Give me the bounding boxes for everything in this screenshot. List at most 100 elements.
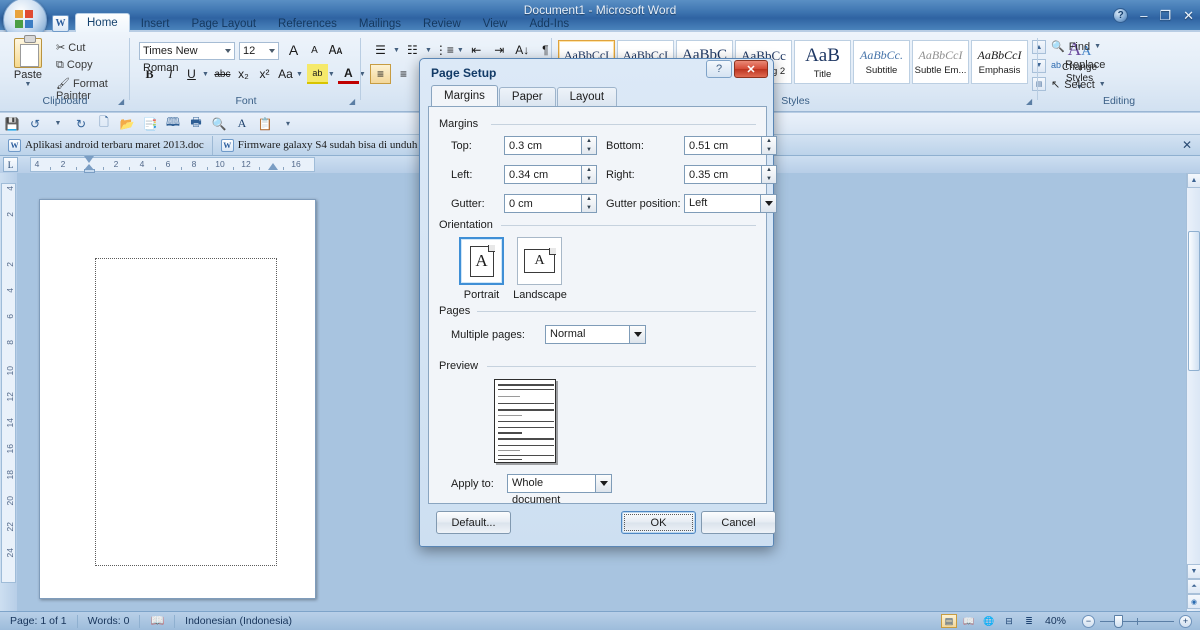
- page-indicator[interactable]: Page: 1 of 1: [0, 614, 78, 628]
- sort-icon[interactable]: A↓: [512, 40, 533, 60]
- highlight-dropdown-icon[interactable]: ▼: [328, 71, 335, 78]
- read-icon[interactable]: 🕮: [165, 115, 181, 132]
- ribbon-tab-references[interactable]: References: [267, 15, 348, 33]
- right-margin-field[interactable]: ▲▼: [684, 165, 777, 184]
- style-item-emphasis[interactable]: AaBbCcI Emphasis: [971, 40, 1028, 84]
- zoom-level[interactable]: 40%: [1045, 615, 1066, 627]
- case-dropdown-icon[interactable]: ▼: [296, 71, 303, 78]
- top-margin-spinner[interactable]: ▲ ▼: [581, 136, 597, 155]
- select-browse-object-icon[interactable]: ◉: [1187, 594, 1200, 609]
- view-outline-icon[interactable]: ⊟: [1001, 614, 1017, 628]
- dialog-tab-layout[interactable]: Layout: [556, 87, 618, 106]
- select-button[interactable]: ↖ Select ▼: [1051, 78, 1106, 92]
- gutter-position-combo[interactable]: Left: [684, 194, 777, 213]
- dialog-close-button[interactable]: ✕: [734, 60, 768, 78]
- ribbon-tab-view[interactable]: View: [472, 15, 519, 33]
- decrease-indent-icon[interactable]: ⇤: [466, 40, 487, 60]
- view-draft-icon[interactable]: ≣: [1021, 614, 1037, 628]
- zoom-track[interactable]: [1100, 614, 1174, 628]
- document-page[interactable]: [39, 199, 316, 599]
- subscript-button[interactable]: x₂: [233, 64, 254, 84]
- zoom-icon[interactable]: 🔍: [211, 116, 227, 132]
- language-indicator[interactable]: Indonesian (Indonesia): [175, 615, 302, 628]
- ribbon-tab-page-layout[interactable]: Page Layout: [180, 15, 267, 33]
- right-margin-spinner[interactable]: ▲ ▼: [761, 165, 777, 184]
- document-tab-1[interactable]: W Firmware galaxy S4 sudah bisa di unduh: [213, 135, 427, 155]
- left-margin-spinner[interactable]: ▲ ▼: [581, 165, 597, 184]
- left-margin-field[interactable]: ▲▼: [504, 165, 597, 184]
- cancel-button[interactable]: Cancel: [701, 511, 776, 534]
- chevron-down-icon[interactable]: [629, 325, 646, 344]
- ok-button[interactable]: OK: [621, 511, 696, 534]
- scroll-up-icon[interactable]: ▲: [1187, 173, 1200, 188]
- multilevel-list-icon[interactable]: ⋮≡: [434, 40, 455, 60]
- bottom-margin-spinner[interactable]: ▲ ▼: [761, 136, 777, 155]
- word-count[interactable]: Words: 0: [78, 614, 141, 628]
- orientation-landscape-button[interactable]: A: [517, 237, 562, 285]
- align-left-icon[interactable]: ≡: [370, 64, 391, 84]
- customize-icon[interactable]: ▾: [280, 116, 296, 132]
- superscript-button[interactable]: x²: [254, 64, 275, 84]
- bottom-margin-field[interactable]: ▲▼: [684, 136, 777, 155]
- ribbon-tab-add-ins[interactable]: Add-Ins: [518, 15, 580, 33]
- highlight-button[interactable]: ab: [306, 64, 328, 84]
- save-icon[interactable]: 💾: [4, 116, 20, 132]
- gutter-spinner[interactable]: ▲ ▼: [581, 194, 597, 213]
- view-full-screen-reading-icon[interactable]: 📖: [961, 614, 977, 628]
- style-item-title[interactable]: AaB Title: [794, 40, 851, 84]
- style-item-subtle-emphasis[interactable]: AaBbCcI Subtle Em...: [912, 40, 969, 84]
- italic-button[interactable]: I: [160, 64, 181, 84]
- zoom-slider[interactable]: − +: [1082, 614, 1192, 628]
- underline-dropdown-icon[interactable]: ▼: [202, 71, 209, 78]
- zoom-in-button[interactable]: +: [1179, 614, 1192, 628]
- gutter-field[interactable]: ▲▼: [504, 194, 597, 213]
- font-dialog-launcher[interactable]: ◢: [349, 97, 358, 106]
- redo-icon[interactable]: ↻: [73, 116, 89, 132]
- font-family-combo[interactable]: Times New Roman: [139, 42, 235, 74]
- orientation-portrait-button[interactable]: A: [459, 237, 504, 285]
- dialog-tab-margins[interactable]: Margins: [431, 85, 498, 106]
- left-indent-marker[interactable]: [84, 156, 95, 173]
- numbering-icon[interactable]: ☷: [402, 40, 423, 60]
- align-center-icon[interactable]: ≡: [393, 64, 414, 84]
- document-tab-0[interactable]: W Aplikasi android terbaru maret 2013.do…: [0, 135, 213, 155]
- change-case-button[interactable]: Aa: [275, 64, 296, 84]
- ribbon-tab-mailings[interactable]: Mailings: [348, 15, 412, 33]
- increase-indent-icon[interactable]: ⇥: [489, 40, 510, 60]
- vertical-ruler[interactable]: 4 2 2 4 6 8 10 12 14 16 18 20 22 24: [0, 173, 17, 611]
- right-indent-marker[interactable]: [268, 163, 278, 170]
- bullets-icon[interactable]: ☰: [370, 40, 391, 60]
- tab-stop-selector[interactable]: L: [3, 157, 18, 172]
- font-color-button[interactable]: A: [337, 64, 359, 84]
- scrollbar-thumb[interactable]: [1188, 231, 1200, 371]
- clipboard-dialog-launcher[interactable]: ◢: [118, 97, 127, 106]
- open-icon[interactable]: 📂: [119, 116, 135, 132]
- top-margin-field[interactable]: ▲▼: [504, 136, 597, 155]
- vertical-scrollbar[interactable]: ▲ ▼ ⏶ ◉: [1186, 173, 1200, 611]
- styles-dialog-launcher[interactable]: ◢: [1026, 97, 1035, 106]
- font-size-combo[interactable]: 12: [239, 42, 279, 60]
- grow-font-button[interactable]: A: [283, 40, 304, 60]
- dialog-tab-paper[interactable]: Paper: [498, 87, 556, 106]
- zoom-out-button[interactable]: −: [1082, 614, 1095, 628]
- proofing-status[interactable]: 📖: [140, 614, 176, 628]
- shrink-font-button[interactable]: A: [304, 40, 325, 60]
- underline-button[interactable]: U: [181, 64, 202, 84]
- zoom-thumb[interactable]: [1114, 614, 1123, 628]
- strikethrough-button[interactable]: abc: [212, 64, 233, 84]
- font-icon[interactable]: A: [234, 116, 250, 132]
- scroll-down-icon[interactable]: ▼: [1187, 564, 1200, 579]
- default-button[interactable]: Default...: [436, 511, 511, 534]
- find-button[interactable]: 🔍 Find ▼: [1051, 40, 1101, 54]
- previous-page-icon[interactable]: ⏶: [1187, 579, 1200, 594]
- undo-icon[interactable]: ↺: [27, 116, 43, 132]
- style-item-subtitle[interactable]: AaBbCc. Subtitle: [853, 40, 910, 84]
- new-icon[interactable]: 🗋: [96, 115, 112, 132]
- cut-button[interactable]: ✂ Cut: [56, 41, 85, 54]
- copy-button[interactable]: ⧉ Copy: [56, 59, 93, 72]
- chevron-down-icon[interactable]: [595, 474, 612, 493]
- replace-button[interactable]: ab Replace: [1051, 59, 1105, 71]
- ribbon-tab-home[interactable]: Home: [75, 13, 130, 33]
- close-tab-button[interactable]: ✕: [1182, 138, 1192, 152]
- view-print-layout-icon[interactable]: ▤: [940, 614, 957, 628]
